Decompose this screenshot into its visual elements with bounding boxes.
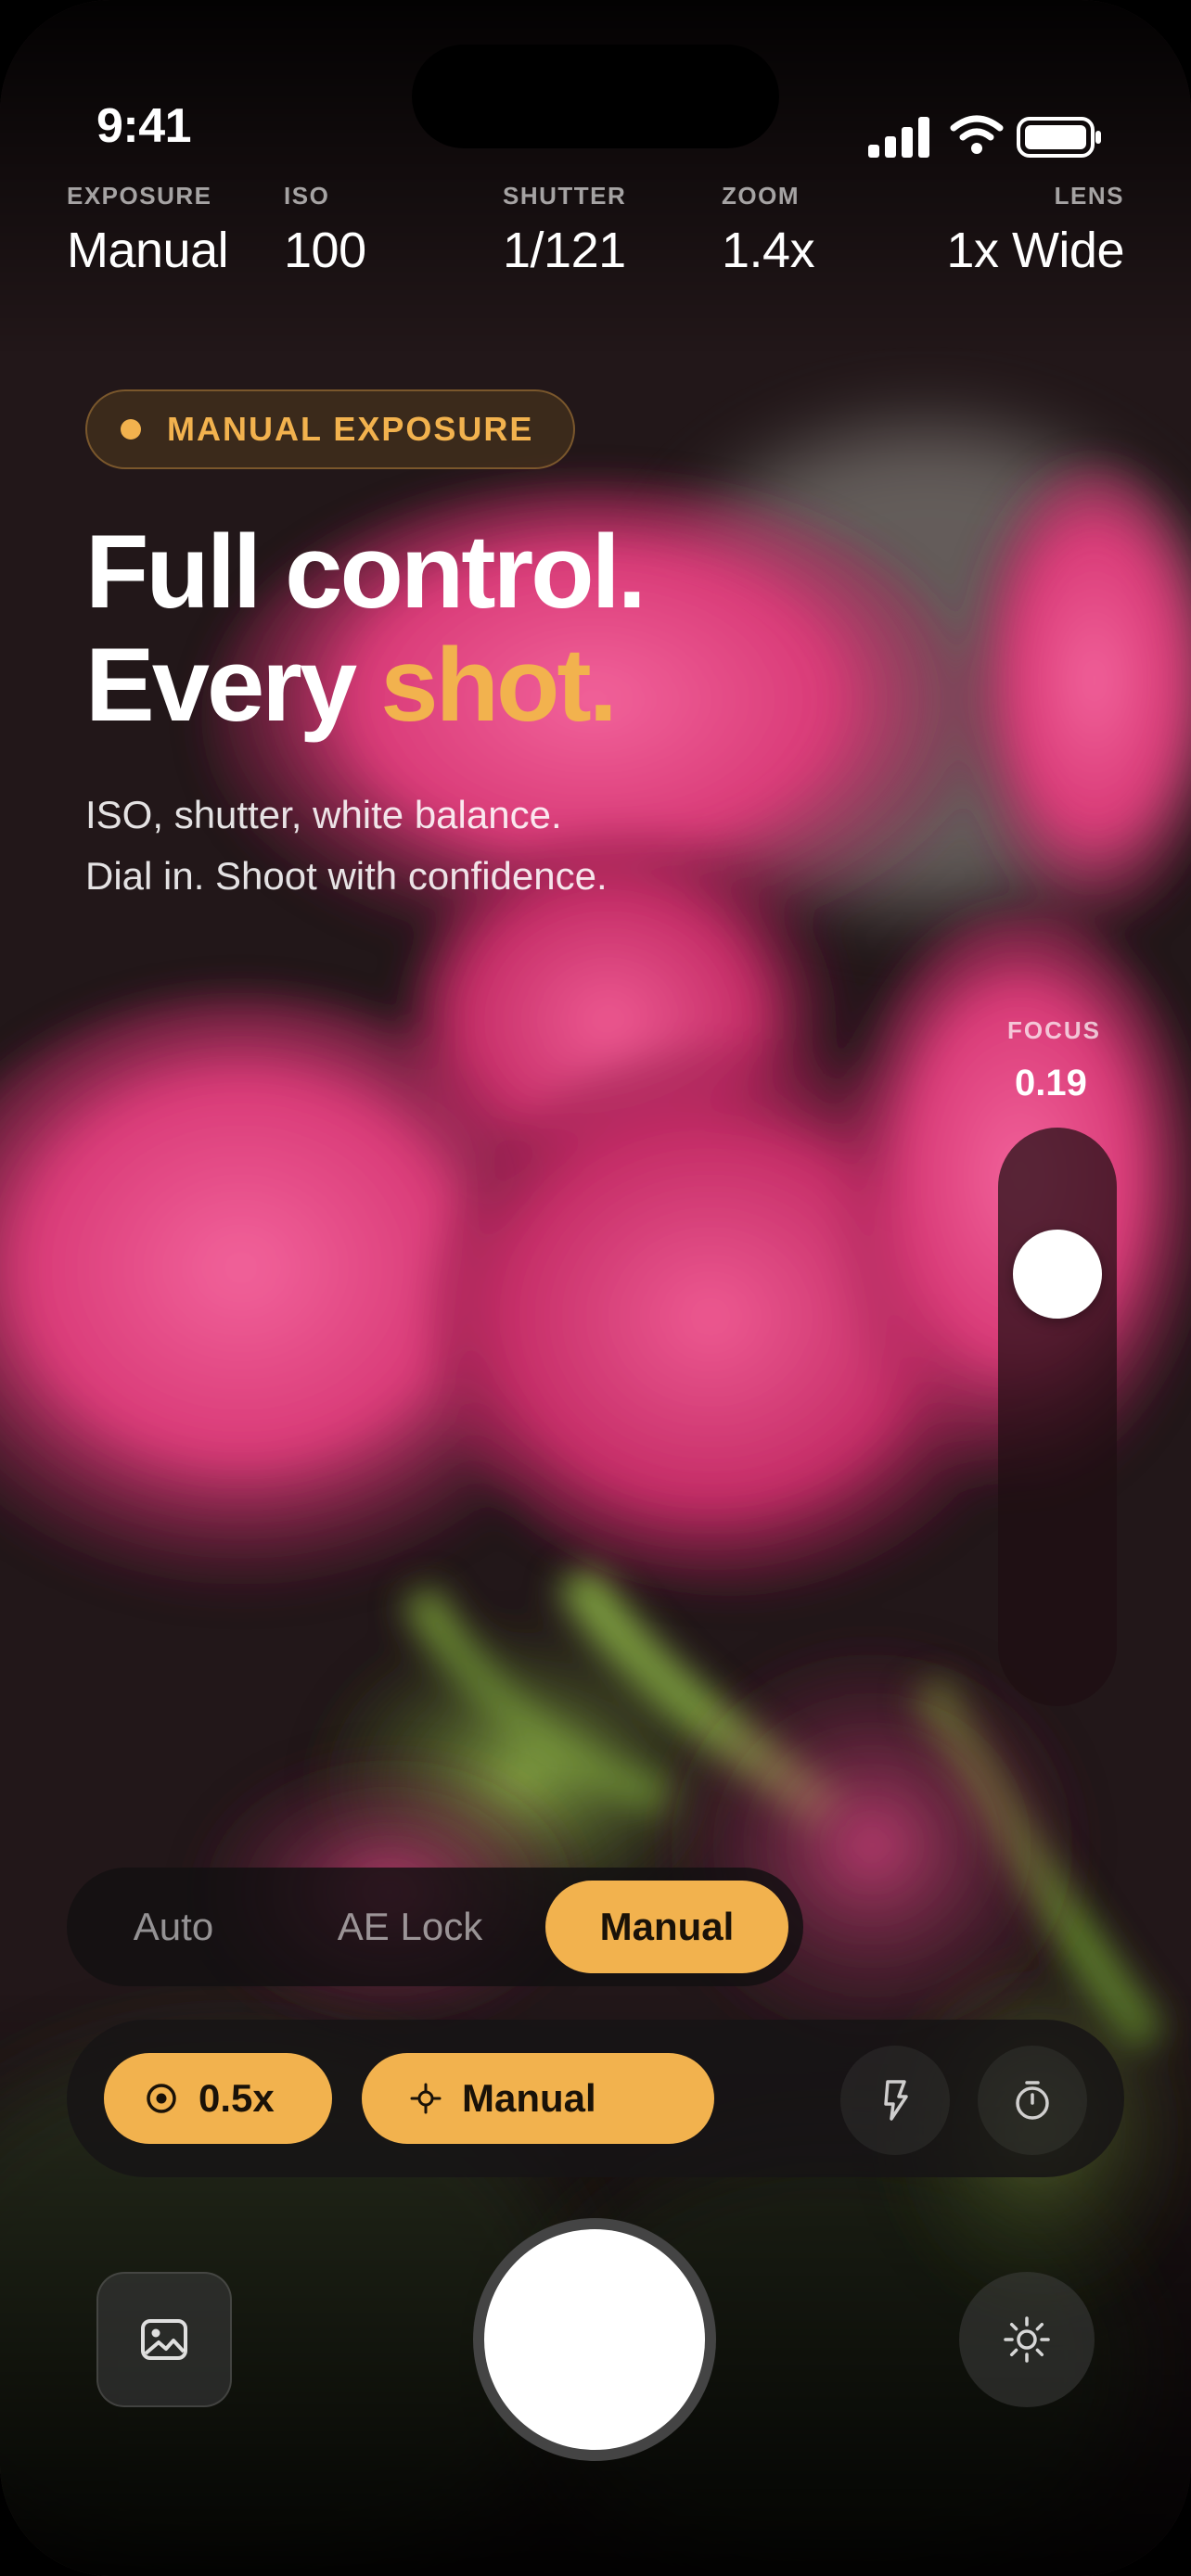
focus-slider-knob[interactable] bbox=[1013, 1230, 1102, 1320]
battery-icon bbox=[1017, 117, 1101, 158]
focus-chip-label: Manual bbox=[462, 2076, 596, 2120]
readout-zoom[interactable]: ZOOM 1.4x bbox=[722, 182, 815, 279]
hero-subtitle: ISO, shutter, white balance. Dial in. Sh… bbox=[85, 784, 608, 907]
readout-exposure[interactable]: EXPOSURE Manual bbox=[67, 182, 229, 279]
readout-label: ZOOM bbox=[722, 182, 800, 210]
focus-mode-chip[interactable]: Manual bbox=[362, 2053, 714, 2144]
readout-value: 1/121 bbox=[503, 223, 626, 278]
readout-label: EXPOSURE bbox=[67, 182, 212, 210]
headline-line-1: Full control. bbox=[85, 514, 647, 630]
subtitle-line-2: Dial in. Shoot with confidence. bbox=[85, 854, 608, 898]
flash-button[interactable] bbox=[840, 2046, 950, 2155]
focus-slider[interactable] bbox=[998, 1128, 1117, 1706]
readout-value: 1.4x bbox=[722, 223, 815, 278]
camera-toolbar: 0.5x Manual bbox=[67, 2020, 1124, 2177]
readout-label: LENS bbox=[1054, 182, 1124, 210]
flash-icon bbox=[884, 2080, 908, 2121]
manual-exposure-badge: MANUAL EXPOSURE bbox=[85, 389, 575, 469]
status-bar: 9:41 bbox=[0, 0, 1191, 158]
shutter-button-inner[interactable] bbox=[484, 2229, 705, 2450]
status-dot bbox=[121, 419, 141, 440]
wifi-icon bbox=[950, 115, 1004, 154]
readout-label: ISO bbox=[284, 182, 330, 210]
readout-label: SHUTTER bbox=[503, 182, 627, 210]
mode-ae-lock[interactable]: AE Lock bbox=[299, 1881, 521, 1973]
cellular-signal-icon bbox=[868, 117, 929, 158]
shutter-button[interactable] bbox=[473, 2218, 716, 2461]
hero-headline: Full control. Every shot. bbox=[85, 514, 647, 742]
focus-value: 0.19 bbox=[1015, 1063, 1087, 1103]
brightness-button[interactable] bbox=[959, 2272, 1095, 2407]
readout-value: 1x Wide bbox=[946, 223, 1124, 278]
mode-auto[interactable]: Auto bbox=[104, 1881, 243, 1973]
camera-screen: 9:41 EXPOSURE Manual ISO 100 SHUTTER 1/1… bbox=[0, 0, 1191, 2576]
status-time: 9:41 bbox=[96, 99, 192, 153]
readout-lens[interactable]: LENS 1x Wide bbox=[946, 182, 1124, 279]
readout-value: Manual bbox=[67, 223, 229, 278]
lens-chip-label: 0.5x bbox=[198, 2076, 275, 2120]
crosshair-icon bbox=[410, 2083, 442, 2114]
focus-label: FOCUS bbox=[1007, 1016, 1101, 1044]
brightness-icon bbox=[1004, 2316, 1050, 2363]
exposure-mode-selector: Auto AE Lock Manual bbox=[67, 1868, 803, 1986]
timer-button[interactable] bbox=[978, 2046, 1087, 2155]
target-icon bbox=[147, 2084, 176, 2113]
mode-manual[interactable]: Manual bbox=[545, 1881, 788, 1973]
headline-accent: shot. bbox=[380, 627, 618, 743]
readout-iso[interactable]: ISO 100 bbox=[284, 182, 366, 279]
readout-value: 100 bbox=[284, 223, 366, 278]
lens-chip[interactable]: 0.5x bbox=[104, 2053, 332, 2144]
gallery-button[interactable] bbox=[96, 2272, 232, 2407]
badge-label: MANUAL EXPOSURE bbox=[167, 410, 534, 448]
readout-shutter[interactable]: SHUTTER 1/121 bbox=[503, 182, 626, 279]
headline-line-2: Every shot. bbox=[85, 629, 644, 742]
headline-line-2-prefix: Every bbox=[85, 627, 381, 743]
subtitle-line-1: ISO, shutter, white balance. bbox=[85, 793, 562, 836]
gallery-icon bbox=[141, 2319, 187, 2360]
exposure-readouts: EXPOSURE Manual ISO 100 SHUTTER 1/121 ZO… bbox=[0, 182, 1191, 284]
timer-icon bbox=[1016, 2081, 1049, 2120]
